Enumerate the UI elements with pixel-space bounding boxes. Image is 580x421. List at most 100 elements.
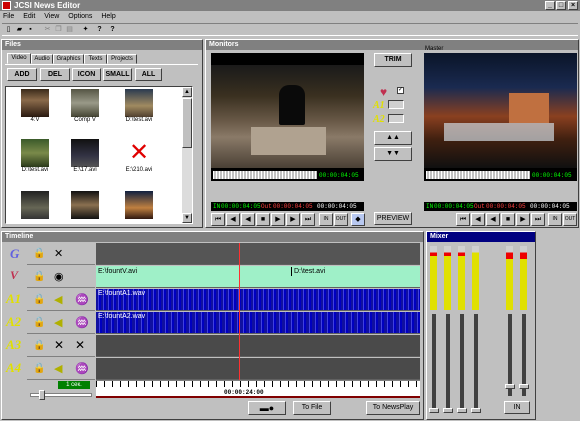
menu-file[interactable]: File xyxy=(3,13,14,20)
context-help-icon[interactable]: ? xyxy=(107,25,118,36)
lock-icon[interactable]: 🔒 xyxy=(33,317,45,328)
fader-track-4[interactable] xyxy=(474,314,478,412)
lock-icon[interactable]: 🔒 xyxy=(33,294,45,305)
mixer-in-button[interactable]: IN xyxy=(504,401,530,414)
small-view-button[interactable]: SMALL xyxy=(103,68,132,81)
waveform-icon[interactable]: ♒ xyxy=(75,316,89,329)
speaker-icon[interactable]: ◀ xyxy=(54,316,62,329)
scroll-up-icon[interactable]: ▲ xyxy=(182,87,192,97)
go-to-end-icon[interactable]: ⏭ xyxy=(301,213,315,226)
menu-view[interactable]: View xyxy=(44,13,59,20)
stop-icon[interactable]: ■ xyxy=(501,213,515,226)
file-item[interactable]: D:\test.avi xyxy=(116,89,162,123)
save-icon[interactable]: ▪ xyxy=(25,25,36,36)
step-back-icon[interactable]: ◀ xyxy=(471,213,485,226)
insert-clip-icon[interactable]: ◆ xyxy=(351,213,365,226)
tab-projects[interactable]: Projects xyxy=(107,54,137,64)
lock-icon[interactable]: 🔒 xyxy=(33,271,45,282)
go-to-start-icon[interactable]: ⏮ xyxy=(211,213,225,226)
copy-icon[interactable]: ❐ xyxy=(53,25,64,36)
a2-level-field[interactable] xyxy=(388,114,404,123)
settings-icon[interactable]: ✦ xyxy=(80,25,91,36)
file-item[interactable]: E:\17.avi xyxy=(62,139,108,173)
lock-icon[interactable]: 🔒 xyxy=(33,363,45,374)
add-button[interactable]: ADD xyxy=(7,68,37,81)
to-file-button[interactable]: To File xyxy=(293,401,331,415)
track-strip-a3[interactable] xyxy=(96,335,420,357)
step-back-icon[interactable]: ◀ xyxy=(226,213,240,226)
cut-icon[interactable]: ✂ xyxy=(42,25,53,36)
waveform-icon[interactable]: ♒ xyxy=(75,362,89,375)
mark-in-button[interactable]: IN xyxy=(548,213,562,226)
fader-knob-2[interactable] xyxy=(443,408,453,413)
file-item[interactable]: D:\test.avi xyxy=(12,139,58,173)
fader-knob-1[interactable] xyxy=(429,408,439,413)
go-to-start-icon[interactable]: ⏮ xyxy=(456,213,470,226)
minimize-button[interactable]: _ xyxy=(545,1,555,10)
help-icon[interactable]: ? xyxy=(94,25,105,36)
hidden-eye-icon[interactable]: ✕ xyxy=(54,247,63,260)
audio-clip-a1[interactable]: E:\fountA1.wav xyxy=(96,289,145,298)
menu-edit[interactable]: Edit xyxy=(23,13,35,20)
stop-icon[interactable]: ■ xyxy=(256,213,270,226)
trim-back-button[interactable]: ▼▼ xyxy=(374,147,412,161)
preview-button[interactable]: PREVIEW xyxy=(374,212,412,225)
step-forward-icon[interactable]: ▶ xyxy=(286,213,300,226)
file-list-scrollbar[interactable]: ▲ ▼ xyxy=(182,87,192,223)
all-button[interactable]: ALL xyxy=(135,68,162,81)
file-item[interactable] xyxy=(12,191,49,219)
track-strip-v[interactable]: E:\fountV.avi D:\test.avi xyxy=(96,266,420,288)
mark-out-button[interactable]: OUT xyxy=(334,213,348,226)
fader-knob-4[interactable] xyxy=(471,408,481,413)
tab-texts[interactable]: Texts xyxy=(84,54,107,64)
track-strip-a2[interactable]: E:\fountA2.wav xyxy=(96,312,420,334)
waveform-icon[interactable]: ♒ xyxy=(75,293,89,306)
master-scrub-bar[interactable] xyxy=(426,171,530,179)
source-scrub-bar[interactable] xyxy=(213,171,317,179)
lock-icon[interactable]: 🔒 xyxy=(33,248,45,259)
video-clip-2[interactable]: D:\test.avi xyxy=(291,267,325,276)
mark-in-button[interactable]: IN xyxy=(319,213,333,226)
to-newsplay-button[interactable]: To NewsPlay xyxy=(366,401,420,415)
zoom-slider-thumb[interactable] xyxy=(39,390,45,400)
paste-icon[interactable]: ▤ xyxy=(64,25,75,36)
video-clip-1[interactable]: E:\fountV.avi xyxy=(96,267,137,276)
go-to-end-icon[interactable]: ⏭ xyxy=(531,213,545,226)
open-folder-icon[interactable]: ▰ xyxy=(14,25,25,36)
fader-knob-in-r[interactable] xyxy=(519,384,529,389)
track-strip-g[interactable] xyxy=(96,243,420,265)
file-item[interactable] xyxy=(116,191,153,219)
scroll-down-icon[interactable]: ▼ xyxy=(182,213,192,223)
file-item[interactable] xyxy=(62,191,99,219)
delete-button[interactable]: DEL xyxy=(40,68,70,81)
trim-forward-button[interactable]: ▲▲ xyxy=(374,131,412,145)
tab-graphics[interactable]: Graphics xyxy=(53,54,84,64)
file-list[interactable]: 4:V Comp V D:\test.avi D:\test.avi E:\17… xyxy=(5,86,193,224)
trim-button[interactable]: TRIM xyxy=(374,53,412,67)
play-reverse-icon[interactable]: ◀ xyxy=(241,213,255,226)
play-icon[interactable]: ▶ xyxy=(516,213,530,226)
speaker-icon[interactable]: ◀ xyxy=(54,293,62,306)
menu-help[interactable]: Help xyxy=(101,13,115,20)
icon-view-button[interactable]: ICON xyxy=(72,68,101,81)
tab-video[interactable]: Video xyxy=(7,53,31,64)
fader-track-3[interactable] xyxy=(460,314,464,412)
play-icon[interactable]: ▶ xyxy=(271,213,285,226)
record-button[interactable]: ▬● xyxy=(248,401,286,415)
playhead-line[interactable] xyxy=(239,243,240,398)
lock-icon[interactable]: 🔒 xyxy=(33,340,45,351)
menu-options[interactable]: Options xyxy=(68,13,92,20)
tab-audio[interactable]: Audio xyxy=(31,54,53,64)
new-file-icon[interactable]: ▯ xyxy=(3,25,14,36)
scroll-thumb[interactable] xyxy=(182,98,192,148)
video-track-checkbox[interactable]: ✓ xyxy=(397,87,404,94)
maximize-button[interactable]: □ xyxy=(556,1,566,10)
eye-icon[interactable]: ◉ xyxy=(54,270,64,283)
a1-level-field[interactable] xyxy=(388,100,404,109)
fader-knob-in-l[interactable] xyxy=(505,384,515,389)
file-item[interactable]: ✕ E:\210.avi xyxy=(116,139,162,173)
file-item[interactable]: Comp V xyxy=(62,89,108,123)
track-strip-a1[interactable]: E:\fountA1.wav xyxy=(96,289,420,311)
mark-out-button[interactable]: OUT xyxy=(563,213,577,226)
file-item[interactable]: 4:V xyxy=(12,89,58,123)
